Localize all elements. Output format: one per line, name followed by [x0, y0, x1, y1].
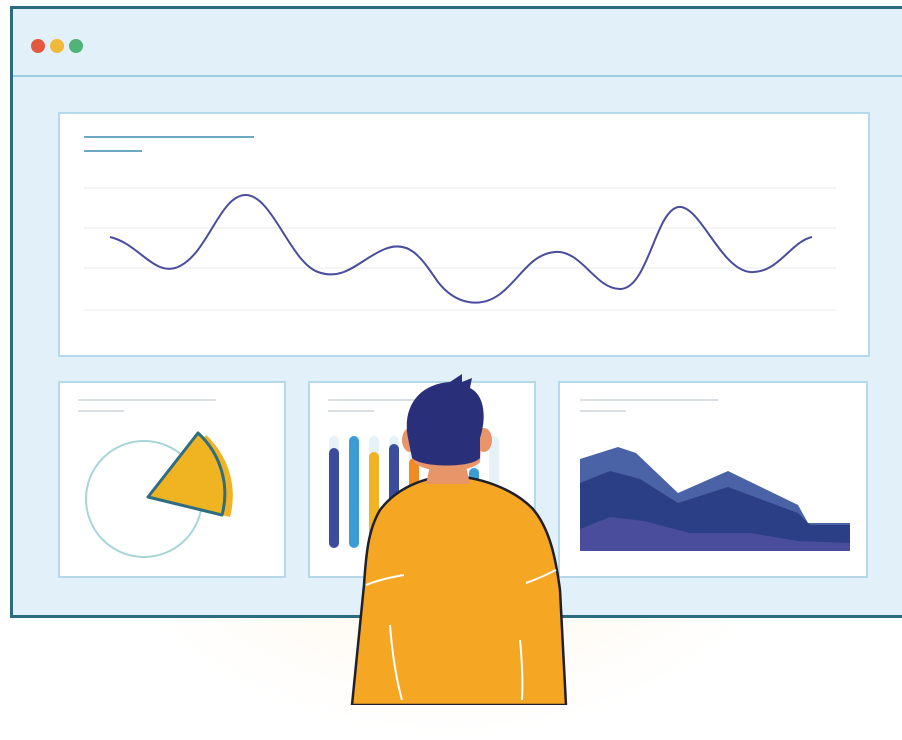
dashboard-illustration — [0, 0, 902, 705]
person-figure — [350, 374, 568, 705]
shirt — [350, 474, 568, 705]
person-body — [350, 374, 568, 705]
hair — [406, 374, 484, 466]
